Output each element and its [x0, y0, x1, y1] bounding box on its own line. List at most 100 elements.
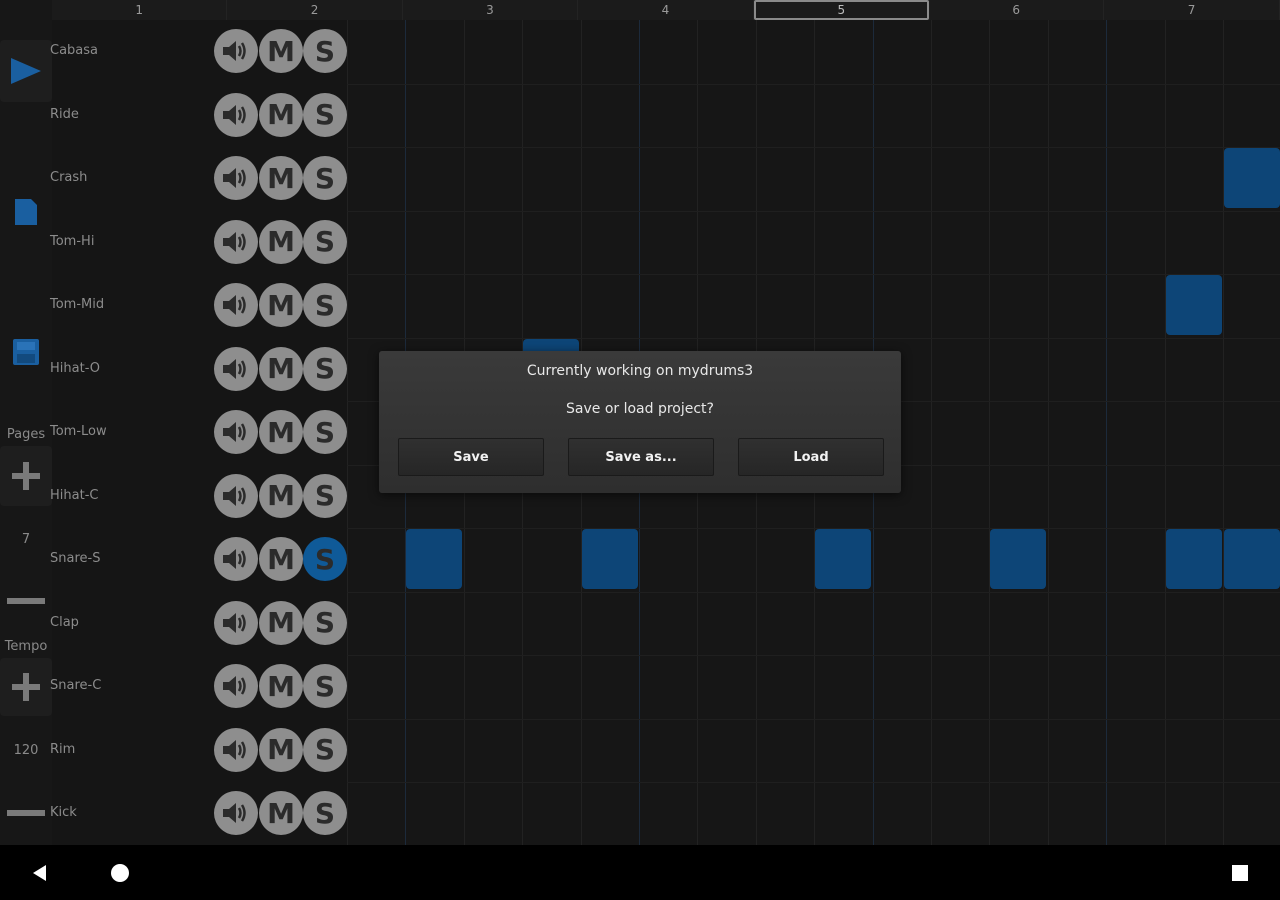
track-volume-button[interactable]	[214, 791, 258, 835]
page-tab-6[interactable]: 6	[929, 0, 1105, 20]
track-solo-button[interactable]: S	[303, 346, 347, 391]
track-volume-button[interactable]	[214, 346, 258, 391]
save-button[interactable]: Save	[398, 438, 544, 476]
track-volume-button[interactable]	[214, 600, 258, 645]
track-mute-button[interactable]: M	[259, 219, 303, 264]
speaker-icon	[223, 295, 246, 315]
recents-square-icon	[1232, 864, 1248, 881]
track-mute-button[interactable]: M	[259, 346, 303, 391]
track-solo-button[interactable]: S	[303, 283, 347, 327]
speaker-icon	[223, 104, 246, 125]
play-button[interactable]	[0, 40, 52, 102]
active-step-cell[interactable]	[990, 529, 1047, 589]
track-volume-button[interactable]	[214, 473, 258, 518]
tempo-label: Tempo	[4, 638, 48, 654]
track-solo-button[interactable]: S	[303, 92, 347, 137]
tempo-increase-button[interactable]	[0, 658, 52, 716]
grid-row-line	[347, 274, 1280, 275]
track-volume-button[interactable]	[214, 537, 258, 581]
save-disk-icon	[13, 339, 39, 365]
track-mute-button[interactable]: M	[259, 727, 303, 772]
speaker-icon	[223, 422, 246, 442]
track-solo-button[interactable]: S	[303, 410, 347, 454]
active-step-cell[interactable]	[1165, 275, 1222, 335]
speaker-icon	[223, 739, 246, 760]
track-mute-button[interactable]: M	[259, 791, 303, 835]
page-tab-7[interactable]: 7	[1104, 0, 1280, 20]
save-as-button[interactable]: Save as...	[568, 438, 714, 476]
speaker-icon	[223, 549, 246, 569]
track-mute-button[interactable]: M	[259, 283, 303, 327]
grid-column-line	[1164, 20, 1166, 845]
grid-row-line	[347, 147, 1280, 148]
pages-label: Pages	[6, 426, 46, 442]
track-mute-button[interactable]: M	[259, 537, 303, 581]
active-step-cell[interactable]	[581, 529, 638, 589]
track-mute-button[interactable]: M	[259, 92, 303, 137]
track-solo-button[interactable]: S	[303, 727, 347, 772]
track-solo-button[interactable]: S	[303, 156, 347, 200]
track-mute-button[interactable]: M	[259, 473, 303, 518]
track-solo-button[interactable]: S	[303, 600, 347, 645]
track-volume-button[interactable]	[214, 410, 258, 454]
track-solo-button[interactable]: S	[303, 219, 347, 264]
active-step-cell[interactable]	[1165, 529, 1222, 589]
track-label: Clap	[50, 614, 79, 630]
dialog-question: Save or load project?	[566, 401, 714, 417]
grid-column-line	[1047, 20, 1049, 845]
speaker-icon	[223, 168, 246, 188]
save-load-button[interactable]	[0, 332, 52, 372]
track-mute-button[interactable]: M	[259, 29, 303, 73]
speaker-icon	[223, 676, 246, 696]
home-circle-icon	[111, 863, 129, 882]
drum-machine-app: 1234567 Pages 7 Tempo 120 Cabasa M S Ride M S…	[0, 0, 1280, 900]
page-tab-3[interactable]: 3	[403, 0, 579, 20]
track-mute-button[interactable]: M	[259, 664, 303, 708]
page-tab-1[interactable]: 1	[52, 0, 228, 20]
new-project-button[interactable]	[0, 192, 52, 232]
active-step-cell[interactable]	[1224, 529, 1280, 589]
back-triangle-icon	[33, 864, 46, 881]
active-step-cell[interactable]	[406, 529, 463, 589]
grid-column-line	[347, 20, 348, 845]
pages-decrease-button[interactable]	[0, 586, 52, 616]
load-button[interactable]: Load	[738, 438, 884, 476]
track-volume-button[interactable]	[214, 219, 258, 264]
grid-row-line	[347, 718, 1280, 720]
page-tab-5[interactable]: 5	[753, 0, 929, 20]
track-solo-button[interactable]: S	[303, 664, 347, 708]
active-step-cell[interactable]	[1224, 148, 1280, 208]
active-step-cell[interactable]	[815, 529, 872, 589]
grid-row-line	[347, 591, 1280, 593]
track-solo-button[interactable]: S	[303, 473, 347, 518]
track-volume-button[interactable]	[214, 664, 258, 708]
home-button[interactable]	[95, 845, 145, 900]
pages-increase-button[interactable]	[0, 446, 52, 506]
track-solo-button[interactable]: S	[303, 791, 347, 835]
recents-button[interactable]	[1215, 845, 1265, 900]
track-volume-button[interactable]	[214, 156, 258, 200]
track-label: Crash	[50, 170, 88, 185]
track-label: Tom-Low	[50, 424, 107, 439]
page-tab-4[interactable]: 4	[578, 0, 754, 20]
track-mute-button[interactable]: M	[259, 600, 303, 645]
track-volume-button[interactable]	[214, 29, 258, 73]
save-load-dialog: Currently working on mydrums3 Save or lo…	[379, 351, 901, 493]
track-solo-button[interactable]: S	[303, 29, 347, 73]
track-mute-button[interactable]: M	[259, 410, 303, 454]
speaker-icon	[223, 41, 246, 61]
pages-value: 7	[21, 531, 31, 547]
page-tab-2[interactable]: 2	[227, 0, 403, 20]
page-ruler: 1234567	[52, 0, 1280, 20]
track-solo-button[interactable]: S	[303, 537, 347, 581]
tempo-decrease-button[interactable]	[0, 798, 52, 828]
track-volume-button[interactable]	[214, 92, 258, 137]
track-mute-button[interactable]: M	[259, 156, 303, 200]
track-label: Kick	[50, 805, 77, 820]
track-volume-button[interactable]	[214, 283, 258, 327]
play-icon	[11, 58, 41, 84]
track-volume-button[interactable]	[214, 727, 258, 772]
back-button[interactable]	[15, 845, 65, 900]
speaker-icon	[223, 612, 246, 633]
tempo-value: 120	[13, 742, 39, 758]
